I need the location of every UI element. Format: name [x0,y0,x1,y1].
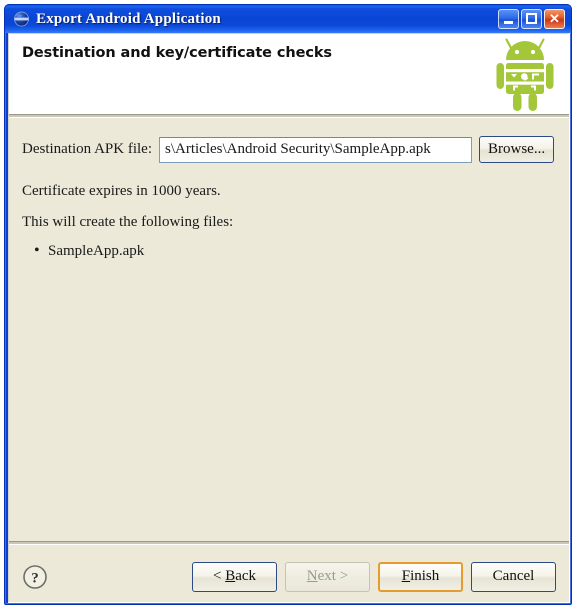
svg-text:?: ? [31,570,39,586]
minimize-button[interactable] [498,9,519,29]
finish-button[interactable]: Finish [378,562,463,592]
button-bar: ? < Back Next > Finish Cancel [8,545,570,603]
destination-row: Destination APK file: Browse... [22,136,556,163]
maximize-icon [526,13,537,24]
dialog-window: Export Android Application ✕ Destination… [4,4,572,605]
destination-apk-input[interactable] [159,136,472,163]
dialog-client-area: Destination and key/certificate checks D… [8,33,570,603]
eclipse-wizard-icon [13,11,30,27]
browse-button[interactable]: Browse... [479,136,555,163]
window-title: Export Android Application [36,10,221,27]
next-button[interactable]: Next > [285,562,370,592]
title-bar[interactable]: Export Android Application ✕ [5,5,571,33]
android-robot-logo [494,36,556,112]
close-icon: ✕ [549,11,560,26]
cancel-button[interactable]: Cancel [471,562,556,592]
wizard-buttons: < Back Next > Finish Cancel [192,562,556,592]
help-button[interactable]: ? [22,564,48,590]
created-files-list: SampleApp.apk [22,241,556,261]
minimize-icon [504,21,513,24]
back-button[interactable]: < Back [192,562,277,592]
files-intro-text: This will create the following files: [22,214,234,230]
window-controls: ✕ [498,9,565,29]
maximize-button[interactable] [521,9,542,29]
wizard-body: Destination APK file: Browse... Certific… [8,118,570,541]
wizard-header: Destination and key/certificate checks [8,33,570,114]
page-title: Destination and key/certificate checks [22,45,332,61]
list-item: SampleApp.apk [34,241,556,261]
close-button[interactable]: ✕ [544,9,565,29]
destination-label: Destination APK file: [22,141,152,157]
certificate-expiry-note: Certificate expires in 1000 years. [22,183,221,199]
